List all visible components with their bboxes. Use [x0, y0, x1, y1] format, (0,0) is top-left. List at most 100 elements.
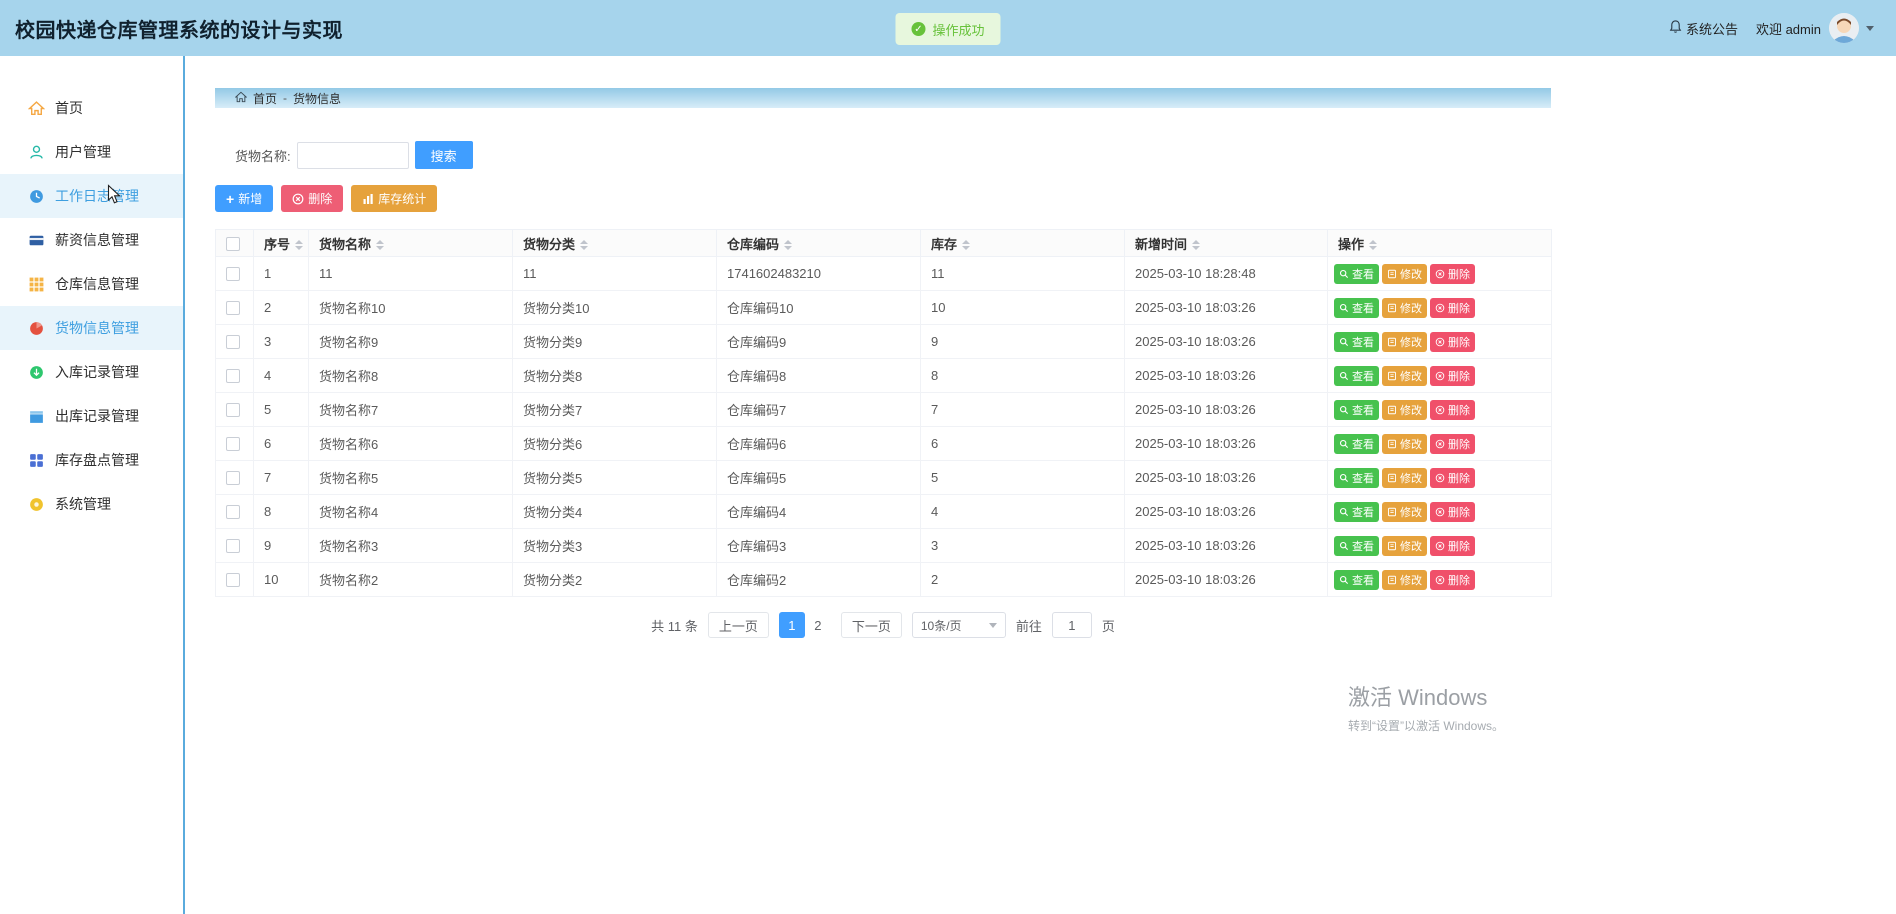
row-checkbox[interactable]	[226, 301, 240, 315]
column-header[interactable]: 库存	[921, 230, 1125, 257]
view-button[interactable]: 查看	[1334, 468, 1379, 488]
sidebar-item-home[interactable]: 首页	[0, 86, 183, 130]
view-button[interactable]: 查看	[1334, 400, 1379, 420]
circle-x-icon	[1435, 269, 1445, 279]
sort-caret-icon[interactable]	[784, 240, 792, 250]
sort-caret-icon[interactable]	[962, 240, 970, 250]
page-number-button[interactable]: 1	[779, 612, 805, 638]
edit-button[interactable]: 修改	[1382, 366, 1427, 386]
column-header[interactable]: 货物名称	[309, 230, 513, 257]
sidebar-item-label: 货物信息管理	[55, 318, 139, 338]
cell-code: 仓库编码3	[717, 529, 921, 563]
edit-button[interactable]: 修改	[1382, 332, 1427, 352]
sort-caret-icon[interactable]	[580, 240, 588, 250]
view-button[interactable]: 查看	[1334, 366, 1379, 386]
edit-icon	[1387, 541, 1397, 551]
row-checkbox[interactable]	[226, 335, 240, 349]
cell-no: 6	[254, 427, 309, 461]
next-page-button[interactable]: 下一页	[841, 612, 902, 638]
row-checkbox[interactable]	[226, 539, 240, 553]
column-header[interactable]: 仓库编码	[717, 230, 921, 257]
search-button[interactable]: 搜索	[415, 141, 473, 169]
add-label: 新增	[238, 190, 262, 207]
sidebar-item-salary[interactable]: 薪资信息管理	[0, 218, 183, 262]
column-header[interactable]: 新增时间	[1125, 230, 1328, 257]
view-button[interactable]: 查看	[1334, 570, 1379, 590]
sidebar-item-inventory[interactable]: 库存盘点管理	[0, 438, 183, 482]
avatar[interactable]	[1829, 13, 1859, 43]
chevron-down-icon[interactable]	[1866, 26, 1874, 31]
page-number-button[interactable]: 2	[805, 612, 831, 638]
sort-caret-icon[interactable]	[1192, 240, 1200, 250]
edit-button[interactable]: 修改	[1382, 434, 1427, 454]
cell-category: 11	[513, 257, 717, 291]
goto-page-input[interactable]	[1052, 612, 1092, 638]
cell-time: 2025-03-10 18:03:26	[1125, 461, 1328, 495]
sidebar-item-system[interactable]: 系统管理	[0, 482, 183, 526]
prev-page-button[interactable]: 上一页	[708, 612, 769, 638]
edit-button[interactable]: 修改	[1382, 298, 1427, 318]
edit-button[interactable]: 修改	[1382, 468, 1427, 488]
edit-button[interactable]: 修改	[1382, 264, 1427, 284]
sort-caret-icon[interactable]	[1369, 240, 1377, 250]
circle-x-icon	[1435, 439, 1445, 449]
column-header-label: 操作	[1338, 237, 1364, 252]
row-delete-button[interactable]: 删除	[1430, 366, 1475, 386]
view-button[interactable]: 查看	[1334, 264, 1379, 284]
column-header[interactable]: 序号	[254, 230, 309, 257]
edit-icon	[1387, 473, 1397, 483]
magnifier-icon	[1339, 473, 1349, 483]
system-notice-link[interactable]: 系统公告	[1669, 19, 1738, 38]
add-button[interactable]: + 新增	[215, 185, 273, 212]
sidebar-item-goods[interactable]: 货物信息管理	[0, 306, 183, 350]
row-checkbox[interactable]	[226, 267, 240, 281]
column-header[interactable]: 操作	[1328, 230, 1552, 257]
page-size-select[interactable]: 10条/页	[912, 612, 1006, 638]
cell-time: 2025-03-10 18:03:26	[1125, 325, 1328, 359]
row-checkbox[interactable]	[226, 505, 240, 519]
edit-icon	[1387, 575, 1397, 585]
sidebar-item-warehouse[interactable]: 仓库信息管理	[0, 262, 183, 306]
column-header[interactable]: 货物分类	[513, 230, 717, 257]
cell-category: 货物分类7	[513, 393, 717, 427]
cell-code: 仓库编码5	[717, 461, 921, 495]
row-checkbox[interactable]	[226, 471, 240, 485]
row-delete-button[interactable]: 删除	[1430, 468, 1475, 488]
row-delete-button[interactable]: 删除	[1430, 502, 1475, 522]
row-checkbox[interactable]	[226, 403, 240, 417]
row-delete-button[interactable]: 删除	[1430, 400, 1475, 420]
row-checkbox[interactable]	[226, 437, 240, 451]
sidebar-item-label: 出库记录管理	[55, 406, 139, 426]
edit-button[interactable]: 修改	[1382, 570, 1427, 590]
edit-button[interactable]: 修改	[1382, 502, 1427, 522]
sidebar-item-inbound[interactable]: 入库记录管理	[0, 350, 183, 394]
edit-button[interactable]: 修改	[1382, 536, 1427, 556]
row-delete-button[interactable]: 删除	[1430, 332, 1475, 352]
view-button[interactable]: 查看	[1334, 298, 1379, 318]
batch-delete-button[interactable]: 删除	[281, 185, 343, 212]
view-button[interactable]: 查看	[1334, 536, 1379, 556]
sidebar-item-outbound[interactable]: 出库记录管理	[0, 394, 183, 438]
row-checkbox[interactable]	[226, 573, 240, 587]
row-delete-button[interactable]: 删除	[1430, 536, 1475, 556]
select-all-checkbox[interactable]	[226, 237, 240, 251]
cell-name: 货物名称7	[309, 393, 513, 427]
breadcrumb-home[interactable]: 首页	[253, 90, 277, 107]
row-delete-button[interactable]: 删除	[1430, 570, 1475, 590]
sidebar-item-user[interactable]: 用户管理	[0, 130, 183, 174]
row-checkbox[interactable]	[226, 369, 240, 383]
cell-stock: 3	[921, 529, 1125, 563]
view-button[interactable]: 查看	[1334, 502, 1379, 522]
goods-name-input[interactable]	[297, 142, 409, 169]
stock-stats-button[interactable]: 库存统计	[351, 185, 437, 212]
edit-button[interactable]: 修改	[1382, 400, 1427, 420]
sort-caret-icon[interactable]	[376, 240, 384, 250]
row-delete-button[interactable]: 删除	[1430, 264, 1475, 284]
view-button[interactable]: 查看	[1334, 332, 1379, 352]
sort-caret-icon[interactable]	[295, 240, 303, 250]
cell-category: 货物分类5	[513, 461, 717, 495]
sidebar-item-worklog[interactable]: 工作日志管理	[0, 174, 183, 218]
view-button[interactable]: 查看	[1334, 434, 1379, 454]
row-delete-button[interactable]: 删除	[1430, 298, 1475, 318]
row-delete-button[interactable]: 删除	[1430, 434, 1475, 454]
